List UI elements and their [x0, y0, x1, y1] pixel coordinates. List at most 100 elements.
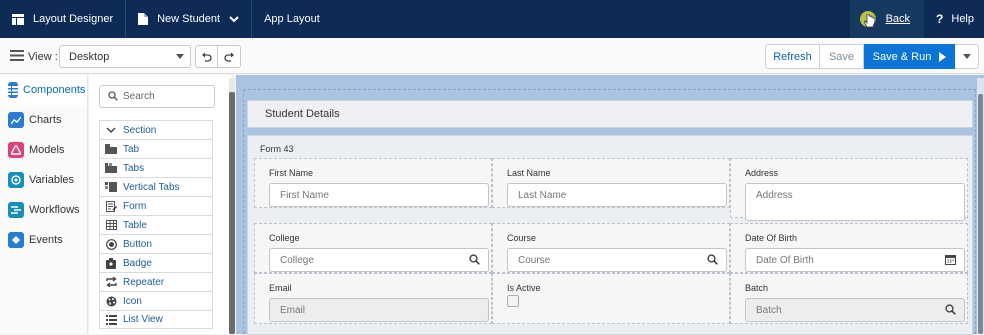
field-cell-address[interactable]: Address Address — [730, 158, 968, 221]
view-device-select[interactable]: Desktop — [59, 45, 191, 68]
search-placeholder: Search — [123, 91, 155, 102]
component-repeater[interactable]: Repeater — [99, 272, 213, 291]
field-cell-last-name[interactable]: Last Name Last Name — [492, 158, 730, 208]
left-sidebar: Components Charts Models Variables Workf… — [0, 75, 88, 334]
back-button[interactable]: Back — [849, 0, 925, 38]
field-label: First Name — [269, 168, 314, 178]
component-table[interactable]: Table — [99, 215, 213, 234]
component-label: Tabs — [123, 162, 145, 174]
field-cell-course[interactable]: Course Course — [492, 223, 730, 273]
redo-icon — [223, 52, 234, 62]
chart-icon — [8, 112, 24, 128]
sidebar-item-workflows[interactable]: Workflows — [0, 195, 87, 225]
component-tab[interactable]: Tab — [99, 139, 213, 158]
sidebar-item-variables[interactable]: Variables — [0, 165, 87, 195]
save-run-label: Save & Run — [872, 50, 932, 63]
form-title: Form 43 — [260, 144, 294, 154]
save-run-button[interactable]: Save & Run — [864, 44, 955, 69]
refresh-button[interactable]: Refresh — [765, 44, 820, 69]
component-search-input[interactable]: Search — [99, 85, 215, 108]
undo-button[interactable] — [196, 46, 219, 67]
component-label: Tab — [123, 143, 140, 155]
layout-designer-label: Layout Designer — [33, 13, 114, 25]
component-label: Icon — [123, 295, 142, 307]
play-icon — [939, 51, 947, 62]
sidebar-item-label: Events — [29, 234, 63, 246]
canvas-scrollbar[interactable] — [977, 78, 984, 334]
address-textarea[interactable]: Address — [745, 183, 965, 221]
tabs-icon — [104, 162, 118, 174]
search-icon[interactable] — [707, 254, 718, 268]
view-device-value: Desktop — [69, 51, 110, 63]
sidebar-item-label: Models — [29, 144, 65, 156]
batch-lookup-input[interactable]: Batch — [745, 298, 965, 322]
input-placeholder: Course — [518, 255, 551, 266]
date-of-birth-input[interactable]: Date Of Birth — [745, 248, 965, 272]
save-button[interactable]: Save — [820, 44, 864, 69]
components-scrollbar[interactable] — [229, 78, 235, 334]
caret-down-icon — [176, 54, 184, 59]
field-label: Is Active — [507, 283, 541, 293]
course-lookup-input[interactable]: Course — [507, 248, 727, 272]
component-label: Vertical Tabs — [123, 181, 180, 193]
input-placeholder: Email — [280, 305, 306, 316]
sidebar-item-events[interactable]: Events — [0, 225, 87, 255]
scrollbar-thumb[interactable] — [978, 94, 983, 334]
last-name-input[interactable]: Last Name — [507, 183, 727, 207]
chevron-down-icon — [229, 15, 239, 23]
sidebar-item-charts[interactable]: Charts — [0, 105, 87, 135]
button-icon — [104, 238, 118, 250]
field-cell-is-active[interactable]: Is Active — [492, 273, 730, 324]
email-input[interactable]: Email — [269, 298, 489, 322]
field-cell-batch[interactable]: Batch Batch — [730, 273, 968, 324]
first-name-input[interactable]: First Name — [269, 183, 489, 207]
field-cell-email[interactable]: Email Email — [254, 273, 492, 324]
is-active-checkbox[interactable] — [507, 295, 519, 307]
app-layout-label: App Layout — [264, 13, 320, 25]
more-options-dropdown[interactable] — [955, 44, 979, 69]
layout-designer-tab[interactable]: Layout Designer — [0, 0, 125, 38]
sidebar-item-models[interactable]: Models — [0, 135, 87, 165]
component-label: Table — [123, 219, 147, 231]
view-label: View : — [28, 51, 58, 63]
component-icon[interactable]: Icon — [99, 291, 213, 310]
redo-button[interactable] — [218, 46, 240, 67]
component-vertical-tabs[interactable]: Vertical Tabs — [99, 177, 213, 196]
input-placeholder: Date Of Birth — [756, 255, 814, 266]
search-icon[interactable] — [945, 304, 956, 318]
component-tabs[interactable]: Tabs — [99, 158, 213, 177]
component-list-view[interactable]: List View — [99, 310, 213, 329]
app-layout-tab[interactable]: App Layout — [252, 0, 332, 38]
help-button[interactable]: ? Help — [924, 12, 984, 26]
events-icon — [8, 232, 24, 248]
page-name-label: New Student — [157, 13, 221, 25]
field-cell-first-name[interactable]: First Name First Name — [254, 158, 492, 208]
component-button[interactable]: Button — [99, 234, 213, 253]
field-label: Email — [269, 283, 292, 293]
tab-icon — [104, 143, 118, 155]
section-title: Student Details — [265, 108, 340, 120]
section-student-details[interactable]: Student Details — [247, 100, 973, 128]
field-label: Last Name — [507, 168, 551, 178]
vertical-tabs-icon — [104, 181, 118, 193]
field-cell-college[interactable]: College College — [254, 223, 492, 273]
sidebar-item-label: Workflows — [29, 204, 80, 216]
help-icon: ? — [936, 12, 944, 26]
cursor-highlight-icon — [859, 11, 876, 28]
component-badge[interactable]: Badge — [99, 253, 213, 272]
college-lookup-input[interactable]: College — [269, 248, 489, 272]
input-placeholder: Batch — [756, 305, 782, 316]
field-cell-date-of-birth[interactable]: Date Of Birth Date Of Birth — [730, 223, 968, 273]
component-form[interactable]: Form — [99, 196, 213, 215]
scrollbar-thumb[interactable] — [229, 92, 235, 334]
sidebar-item-components[interactable]: Components — [0, 75, 87, 105]
help-label: Help — [951, 13, 974, 25]
search-icon[interactable] — [469, 254, 480, 268]
component-section[interactable]: Section — [99, 120, 213, 139]
badge-icon — [104, 257, 118, 269]
form-container[interactable]: Form 43 First Name First Name Last Name … — [247, 135, 973, 335]
components-panel: Search Section Tab Tabs Vertical Tabs Fo… — [89, 75, 232, 334]
hamburger-menu-icon[interactable] — [10, 50, 24, 64]
page-selector[interactable]: New Student — [126, 0, 251, 38]
calendar-icon[interactable] — [945, 254, 956, 268]
